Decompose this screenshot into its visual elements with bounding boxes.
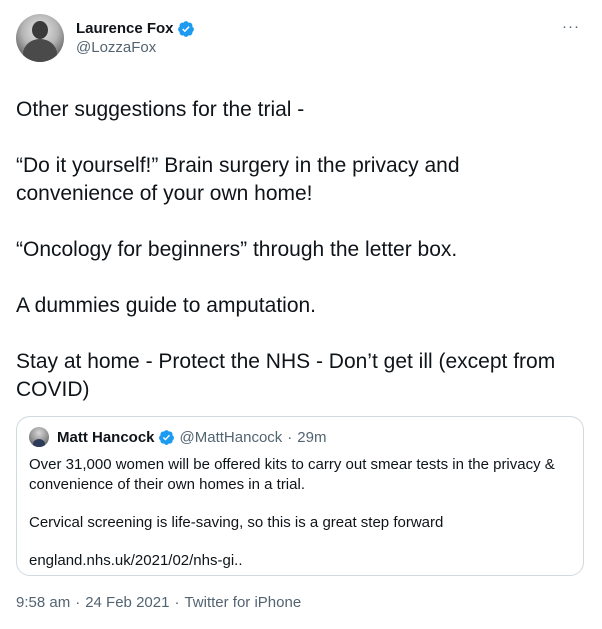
quoted-link[interactable]: england.nhs.uk/2021/02/nhs-gi.. <box>29 551 571 571</box>
author-avatar[interactable] <box>16 14 64 62</box>
tweet-header: Laurence Fox @LozzaFox <box>16 14 586 74</box>
author-display-name[interactable]: Laurence Fox <box>76 19 174 38</box>
quoted-paragraph: Over 31,000 women will be offered kits t… <box>29 456 555 493</box>
tweet-footer: 9:58 am · 24 Feb 2021 · Twitter for iPho… <box>16 594 586 611</box>
author-info: Laurence Fox @LozzaFox <box>76 19 195 57</box>
tweet-paragraph: Other suggestions for the trial - <box>16 98 305 121</box>
author-name-row: Laurence Fox <box>76 19 195 38</box>
avatar-head-shape <box>32 21 48 39</box>
footer-separator: · <box>75 594 81 611</box>
avatar-shoulders-shape <box>23 39 57 62</box>
tweet-card: Laurence Fox @LozzaFox ··· Other suggest… <box>0 0 602 629</box>
tweet-paragraph: “Oncology for beginners” through the let… <box>16 238 458 261</box>
footer-separator: · <box>174 594 180 611</box>
verified-badge-icon <box>158 429 174 445</box>
quoted-tweet-header: Matt Hancock @MattHancock · 29m <box>29 427 571 447</box>
tweet-paragraph: “Do it yourself!” Brain surgery in the p… <box>16 154 460 205</box>
quoted-author-avatar <box>29 427 49 447</box>
quoted-author-handle: @MattHancock <box>179 428 283 446</box>
quoted-tweet-text: Over 31,000 women will be offered kits t… <box>29 455 571 571</box>
tweet-paragraph: Stay at home - Protect the NHS - Don’t g… <box>16 350 556 401</box>
quoted-meta-separator: · <box>287 428 293 446</box>
quoted-paragraph: Cervical screening is life-saving, so th… <box>29 514 444 531</box>
tweet-text: Other suggestions for the trial - “Do it… <box>16 96 586 404</box>
verified-badge-icon <box>177 20 194 37</box>
quoted-tweet[interactable]: Matt Hancock @MattHancock · 29m Over 31,… <box>16 416 584 576</box>
quoted-author-name: Matt Hancock <box>57 428 155 446</box>
tweet-paragraph: A dummies guide to amputation. <box>16 294 317 317</box>
tweet-date-link[interactable]: 24 Feb 2021 <box>85 594 169 611</box>
author-handle[interactable]: @LozzaFox <box>76 38 195 57</box>
tweet-source-link[interactable]: Twitter for iPhone <box>184 594 301 611</box>
tweet-time-link[interactable]: 9:58 am <box>16 594 70 611</box>
quoted-tweet-time: 29m <box>297 428 327 446</box>
more-options-icon[interactable]: ··· <box>562 18 580 35</box>
